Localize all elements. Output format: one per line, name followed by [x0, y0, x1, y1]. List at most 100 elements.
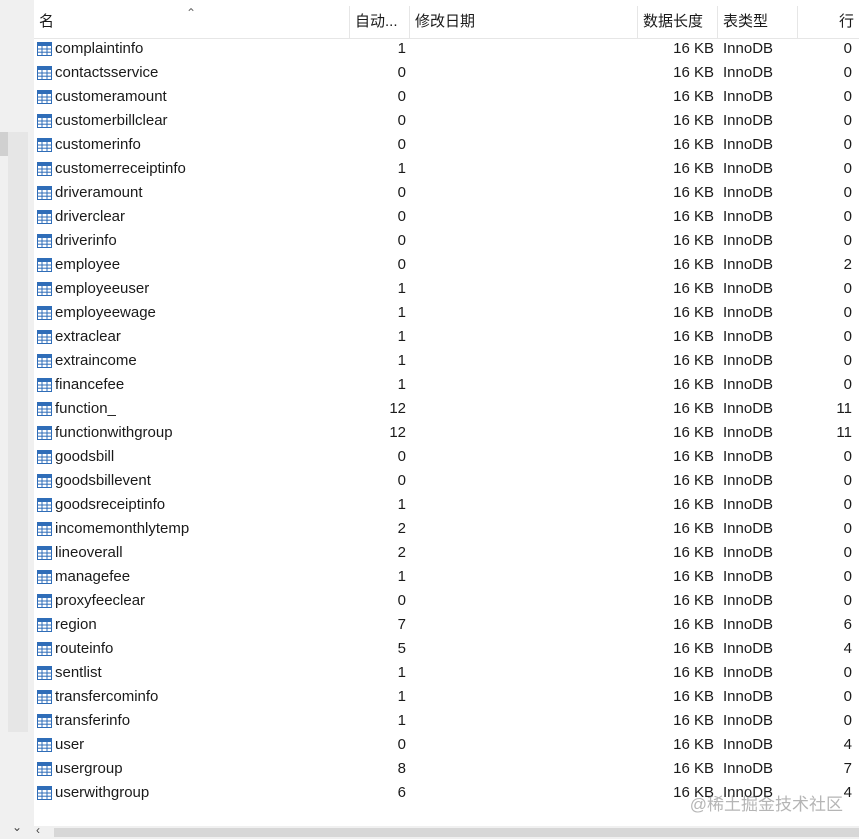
table-name-cell[interactable]: employee: [37, 253, 349, 277]
table-row[interactable]: goodsreceiptinfo 1 16 KB InnoDB 0: [34, 493, 859, 517]
table-name-cell[interactable]: function_: [37, 397, 349, 421]
table-name: customerinfo: [55, 136, 141, 153]
table-row[interactable]: customerreceiptinfo 1 16 KB InnoDB 0: [34, 157, 859, 181]
row-count-value: 0: [843, 712, 852, 729]
table-row[interactable]: employeewage 1 16 KB InnoDB 0: [34, 301, 859, 325]
table-name-cell[interactable]: extraclear: [37, 325, 349, 349]
table-name-cell[interactable]: userwithgroup: [37, 781, 349, 805]
table-type-value: InnoDB: [723, 376, 774, 393]
table-name-cell[interactable]: complaintinfo: [37, 37, 349, 61]
table-name-cell[interactable]: region: [37, 613, 349, 637]
table-row[interactable]: managefee 1 16 KB InnoDB 0: [34, 565, 859, 589]
auto-increment-value: 0: [397, 736, 406, 753]
table-name-cell[interactable]: sentlist: [37, 661, 349, 685]
table-row[interactable]: function_ 12 16 KB InnoDB 11: [34, 397, 859, 421]
horizontal-scroll-thumb[interactable]: [54, 828, 859, 837]
table-name-cell[interactable]: driverclear: [37, 205, 349, 229]
column-header-table-type[interactable]: 表类型: [718, 6, 798, 38]
table-name-cell[interactable]: goodsreceiptinfo: [37, 493, 349, 517]
row-count-value: 4: [843, 640, 852, 657]
table-row[interactable]: incomemonthlytemp 2 16 KB InnoDB 0: [34, 517, 859, 541]
table-name-cell[interactable]: contactsservice: [37, 61, 349, 85]
table-name-cell[interactable]: goodsbillevent: [37, 469, 349, 493]
data-length-value: 16 KB: [673, 88, 714, 105]
table-name-cell[interactable]: transfercominfo: [37, 685, 349, 709]
row-count-value: 0: [843, 40, 852, 57]
auto-increment-value: 1: [397, 376, 406, 393]
data-length-value: 16 KB: [673, 760, 714, 777]
table-name-cell[interactable]: driveramount: [37, 181, 349, 205]
table-name-cell[interactable]: proxyfeeclear: [37, 589, 349, 613]
table-name-cell[interactable]: customeramount: [37, 85, 349, 109]
table-name-cell[interactable]: employeeuser: [37, 277, 349, 301]
auto-increment-value: 0: [397, 208, 406, 225]
table-name-cell[interactable]: employeewage: [37, 301, 349, 325]
table-row[interactable]: transferinfo 1 16 KB InnoDB 0: [34, 709, 859, 733]
table-name-cell[interactable]: user: [37, 733, 349, 757]
table-name-cell[interactable]: usergroup: [37, 757, 349, 781]
table-name-cell[interactable]: customerreceiptinfo: [37, 157, 349, 181]
chevron-down-icon[interactable]: ⌄: [12, 820, 22, 834]
table-row[interactable]: lineoverall 2 16 KB InnoDB 0: [34, 541, 859, 565]
table-row[interactable]: employee 0 16 KB InnoDB 2: [34, 253, 859, 277]
table-row[interactable]: employeeuser 1 16 KB InnoDB 0: [34, 277, 859, 301]
table-icon-svg: [37, 402, 52, 416]
table-row[interactable]: proxyfeeclear 0 16 KB InnoDB 0: [34, 589, 859, 613]
table-row[interactable]: extraclear 1 16 KB InnoDB 0: [34, 325, 859, 349]
table-name-cell[interactable]: financefee: [37, 373, 349, 397]
table-name: extraincome: [55, 352, 137, 369]
table-name-cell[interactable]: transferinfo: [37, 709, 349, 733]
column-header-modified-date[interactable]: 修改日期: [410, 6, 638, 38]
table-row[interactable]: customerbillclear 0 16 KB InnoDB 0: [34, 109, 859, 133]
table-name-cell[interactable]: functionwithgroup: [37, 421, 349, 445]
horizontal-scrollbar[interactable]: ‹: [34, 823, 859, 839]
table-row[interactable]: driverinfo 0 16 KB InnoDB 0: [34, 229, 859, 253]
table-name-cell[interactable]: goodsbill: [37, 445, 349, 469]
table-row[interactable]: driveramount 0 16 KB InnoDB 0: [34, 181, 859, 205]
table-name-cell[interactable]: routeinfo: [37, 637, 349, 661]
table-name: employee: [55, 256, 121, 273]
table-row[interactable]: transfercominfo 1 16 KB InnoDB 0: [34, 685, 859, 709]
left-scrollbar[interactable]: [8, 132, 28, 732]
table-icon-svg: [37, 258, 52, 272]
chevron-left-icon[interactable]: ‹: [36, 823, 40, 837]
table-row[interactable]: usergroup 8 16 KB InnoDB 7: [34, 757, 859, 781]
column-header-name[interactable]: 名 ⌃: [34, 6, 350, 38]
table-row[interactable]: routeinfo 5 16 KB InnoDB 4: [34, 637, 859, 661]
table-row[interactable]: goodsbill 0 16 KB InnoDB 0: [34, 445, 859, 469]
column-header-data-length[interactable]: 数据长度: [638, 6, 718, 38]
column-header-auto-increment[interactable]: 自动...: [350, 6, 410, 38]
table-row[interactable]: customerinfo 0 16 KB InnoDB 0: [34, 133, 859, 157]
table-name: function_: [55, 400, 116, 417]
table-row[interactable]: sentlist 1 16 KB InnoDB 0: [34, 661, 859, 685]
table-icon-svg: [37, 690, 52, 704]
table-row[interactable]: contactsservice 0 16 KB InnoDB 0: [34, 61, 859, 85]
data-length-value: 16 KB: [673, 112, 714, 129]
table-icon-svg: [37, 714, 52, 728]
table-row[interactable]: functionwithgroup 12 16 KB InnoDB 11: [34, 421, 859, 445]
table-name-cell[interactable]: driverinfo: [37, 229, 349, 253]
table-name-cell[interactable]: incomemonthlytemp: [37, 517, 349, 541]
table-row[interactable]: goodsbillevent 0 16 KB InnoDB 0: [34, 469, 859, 493]
table-name: transferinfo: [55, 712, 131, 729]
table-row[interactable]: region 7 16 KB InnoDB 6: [34, 613, 859, 637]
row-count-value: 0: [843, 232, 852, 249]
table-row[interactable]: extraincome 1 16 KB InnoDB 0: [34, 349, 859, 373]
table-name-cell[interactable]: lineoverall: [37, 541, 349, 565]
table-name-cell[interactable]: managefee: [37, 565, 349, 589]
table-type-value: InnoDB: [723, 232, 774, 249]
table-type-value: InnoDB: [723, 448, 774, 465]
left-scroll-marker[interactable]: [0, 132, 8, 156]
column-header-rows[interactable]: 行: [798, 6, 859, 38]
table-row[interactable]: complaintinfo 1 16 KB InnoDB 0: [34, 37, 859, 61]
table-row[interactable]: driverclear 0 16 KB InnoDB 0: [34, 205, 859, 229]
row-count-value: 0: [843, 664, 852, 681]
table-name-cell[interactable]: extraincome: [37, 349, 349, 373]
table-name-cell[interactable]: customerbillclear: [37, 109, 349, 133]
table-name-cell[interactable]: customerinfo: [37, 133, 349, 157]
table-icon-svg: [37, 282, 52, 296]
table-type-value: InnoDB: [723, 664, 774, 681]
table-row[interactable]: financefee 1 16 KB InnoDB 0: [34, 373, 859, 397]
table-row[interactable]: customeramount 0 16 KB InnoDB 0: [34, 85, 859, 109]
table-row[interactable]: user 0 16 KB InnoDB 4: [34, 733, 859, 757]
